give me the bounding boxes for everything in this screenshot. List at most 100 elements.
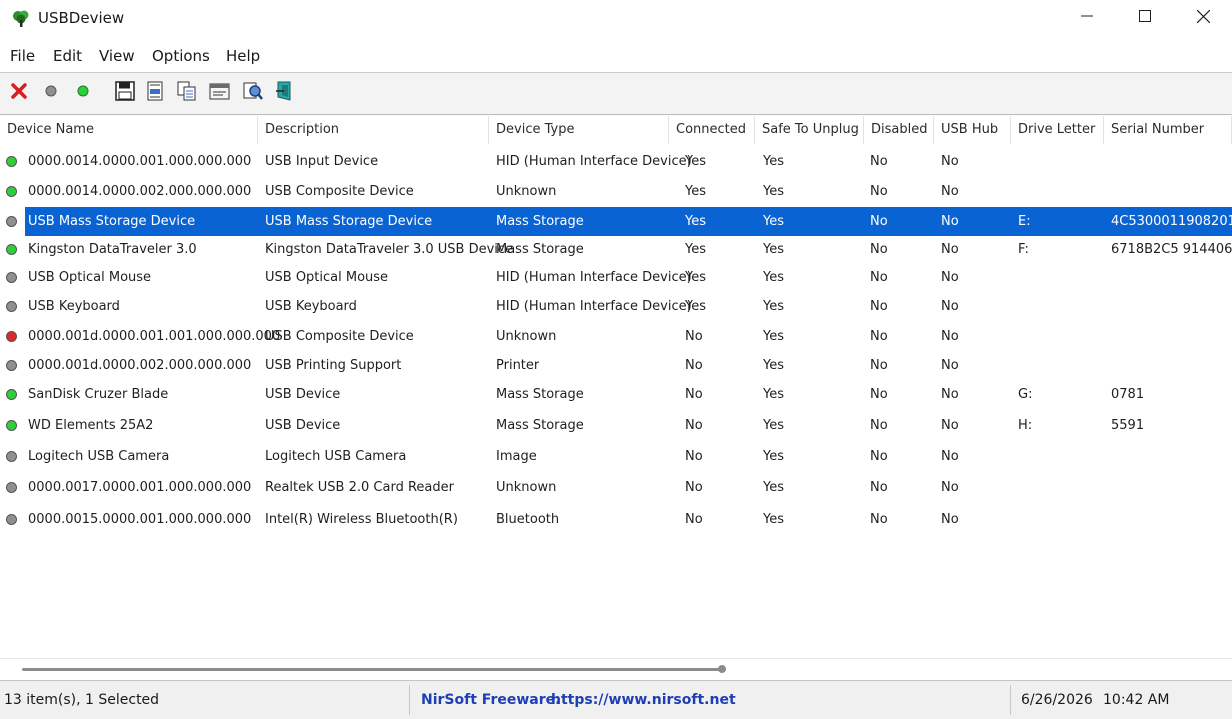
cell-description: USB Device bbox=[265, 387, 341, 402]
cell-description: Logitech USB Camera bbox=[265, 449, 407, 464]
cell-connected: No bbox=[685, 418, 703, 433]
cell-device-name: 0000.0014.0000.002.000.000.000 bbox=[28, 184, 252, 199]
cell-connected: Yes bbox=[685, 184, 706, 199]
status-gray-dot-icon bbox=[6, 216, 17, 227]
column-header-device-name[interactable]: Device Name bbox=[0, 116, 258, 144]
cell-serial-number: 0781 bbox=[1111, 387, 1145, 402]
table-row[interactable]: Logitech USB Camera Logitech USB Camera Im… bbox=[0, 442, 1232, 471]
status-gray-dot-icon bbox=[6, 514, 17, 525]
cell-connected: No bbox=[685, 480, 703, 495]
table-row[interactable]: SanDisk Cruzer Blade USB Device Mass Stora… bbox=[0, 380, 1232, 409]
cell-safe-to-unplug: Yes bbox=[763, 512, 784, 527]
table-row[interactable]: 0000.001d.0000.001.001.000.000.000 USB Co… bbox=[0, 322, 1232, 351]
column-header-usb-hub[interactable]: USB Hub bbox=[934, 116, 1011, 144]
menu-view[interactable]: View bbox=[99, 47, 135, 65]
cell-device-name: 0000.001d.0000.001.001.000.000.000 bbox=[28, 329, 281, 344]
nirsoft-credit: NirSoft Freeware. bbox=[421, 692, 561, 708]
cell-description: USB Composite Device bbox=[265, 329, 414, 344]
close-button[interactable] bbox=[1174, 0, 1232, 36]
copy-button[interactable] bbox=[175, 81, 199, 105]
cell-device-type: HID (Human Interface Device) bbox=[496, 154, 692, 169]
cell-disabled: No bbox=[870, 214, 888, 229]
cell-device-name: USB Optical Mouse bbox=[28, 270, 152, 285]
column-header-drive-letter[interactable]: Drive Letter bbox=[1011, 116, 1104, 144]
minimize-button[interactable] bbox=[1058, 0, 1116, 36]
cell-disabled: No bbox=[870, 449, 888, 464]
menu-help[interactable]: Help bbox=[226, 47, 260, 65]
cell-safe-to-unplug: Yes bbox=[763, 154, 784, 169]
column-header-safe-to-unplug[interactable]: Safe To Unplug bbox=[755, 116, 864, 144]
cell-disabled: No bbox=[870, 512, 888, 527]
table-row[interactable]: USB Optical Mouse USB Optical Mouse HID (H… bbox=[0, 263, 1232, 292]
table-row[interactable]: Kingston DataTraveler 3.0 Kingston DataTr… bbox=[0, 235, 1232, 264]
cell-disabled: No bbox=[870, 242, 888, 257]
cell-description: USB Mass Storage Device bbox=[265, 214, 433, 229]
menu-bar: File Edit View Options Help bbox=[0, 40, 1232, 73]
cell-usb-hub: No bbox=[941, 480, 959, 495]
cell-device-type: Unknown bbox=[496, 329, 557, 344]
cell-device-type: Mass Storage bbox=[496, 242, 584, 257]
cell-safe-to-unplug: Yes bbox=[763, 418, 784, 433]
cell-drive-letter: F: bbox=[1018, 242, 1029, 257]
cell-device-name: 0000.001d.0000.002.000.000.000 bbox=[28, 358, 252, 373]
cell-usb-hub: No bbox=[941, 184, 959, 199]
cell-device-type: Unknown bbox=[496, 184, 557, 199]
html-report-button[interactable] bbox=[143, 81, 167, 105]
cell-description: USB Printing Support bbox=[265, 358, 402, 373]
cell-safe-to-unplug: Yes bbox=[763, 387, 784, 402]
disable-device-button[interactable] bbox=[39, 81, 63, 105]
cell-disabled: No bbox=[870, 418, 888, 433]
uninstall-device-button[interactable] bbox=[7, 81, 31, 105]
column-header-serial-number[interactable]: Serial Number bbox=[1104, 116, 1232, 144]
table-row[interactable]: 0000.0014.0000.001.000.000.000 USB Input … bbox=[0, 147, 1232, 176]
enable-device-button[interactable] bbox=[71, 81, 95, 105]
menu-file[interactable]: File bbox=[10, 47, 35, 65]
report-page-icon bbox=[145, 81, 165, 105]
column-header-disabled[interactable]: Disabled bbox=[864, 116, 934, 144]
properties-button[interactable] bbox=[208, 81, 232, 105]
cell-connected: Yes bbox=[685, 242, 706, 257]
cell-connected: Yes bbox=[685, 214, 706, 229]
minimize-icon bbox=[1081, 10, 1093, 26]
nirsoft-link[interactable]: https://www.nirsoft.net bbox=[551, 681, 736, 719]
status-gray-dot-icon bbox=[6, 272, 17, 283]
cell-disabled: No bbox=[870, 184, 888, 199]
menu-edit[interactable]: Edit bbox=[53, 47, 82, 65]
horizontal-scrollbar[interactable] bbox=[0, 658, 1232, 679]
table-row[interactable]: 0000.0015.0000.001.000.000.000 Intel(R) W… bbox=[0, 505, 1232, 534]
status-divider bbox=[409, 685, 410, 715]
cell-connected: No bbox=[685, 358, 703, 373]
cell-disabled: No bbox=[870, 387, 888, 402]
status-gray-dot-icon bbox=[6, 482, 17, 493]
column-header-connected[interactable]: Connected bbox=[669, 116, 755, 144]
cell-device-name: 0000.0015.0000.001.000.000.000 bbox=[28, 512, 252, 527]
find-button[interactable] bbox=[241, 81, 265, 105]
table-row[interactable]: USB Mass Storage Device USB Mass Storage … bbox=[0, 207, 1232, 236]
title-bar: USBDeview bbox=[0, 0, 1232, 38]
selection-highlight bbox=[25, 207, 1232, 236]
menu-options[interactable]: Options bbox=[152, 47, 210, 65]
table-row[interactable]: 0000.0017.0000.001.000.000.000 Realtek US… bbox=[0, 473, 1232, 502]
table-row[interactable]: WD Elements 25A2 USB Device Mass Storage No… bbox=[0, 411, 1232, 440]
table-row[interactable]: 0000.001d.0000.002.000.000.000 USB Printi… bbox=[0, 351, 1232, 380]
cell-connected: No bbox=[685, 387, 703, 402]
column-header-description[interactable]: Description bbox=[258, 116, 489, 144]
table-row[interactable]: 0000.0014.0000.002.000.000.000 USB Compos… bbox=[0, 177, 1232, 206]
status-green-dot-icon bbox=[6, 186, 17, 197]
cell-usb-hub: No bbox=[941, 512, 959, 527]
cell-safe-to-unplug: Yes bbox=[763, 299, 784, 314]
maximize-button[interactable] bbox=[1116, 0, 1174, 36]
cell-drive-letter: H: bbox=[1018, 418, 1033, 433]
table-row[interactable]: USB Keyboard USB Keyboard HID (Human Inter… bbox=[0, 292, 1232, 321]
cell-device-name: 0000.0017.0000.001.000.000.000 bbox=[28, 480, 252, 495]
cell-connected: Yes bbox=[685, 299, 706, 314]
save-button[interactable] bbox=[113, 81, 137, 105]
status-gray-dot-icon bbox=[6, 301, 17, 312]
exit-button[interactable] bbox=[273, 81, 297, 105]
scrollbar-thumb[interactable] bbox=[22, 668, 726, 671]
cell-description: Realtek USB 2.0 Card Reader bbox=[265, 480, 454, 495]
window-title: USBDeview bbox=[38, 9, 125, 27]
column-header-device-type[interactable]: Device Type bbox=[489, 116, 669, 144]
cell-device-name: Logitech USB Camera bbox=[28, 449, 170, 464]
cell-description: USB Keyboard bbox=[265, 299, 357, 314]
